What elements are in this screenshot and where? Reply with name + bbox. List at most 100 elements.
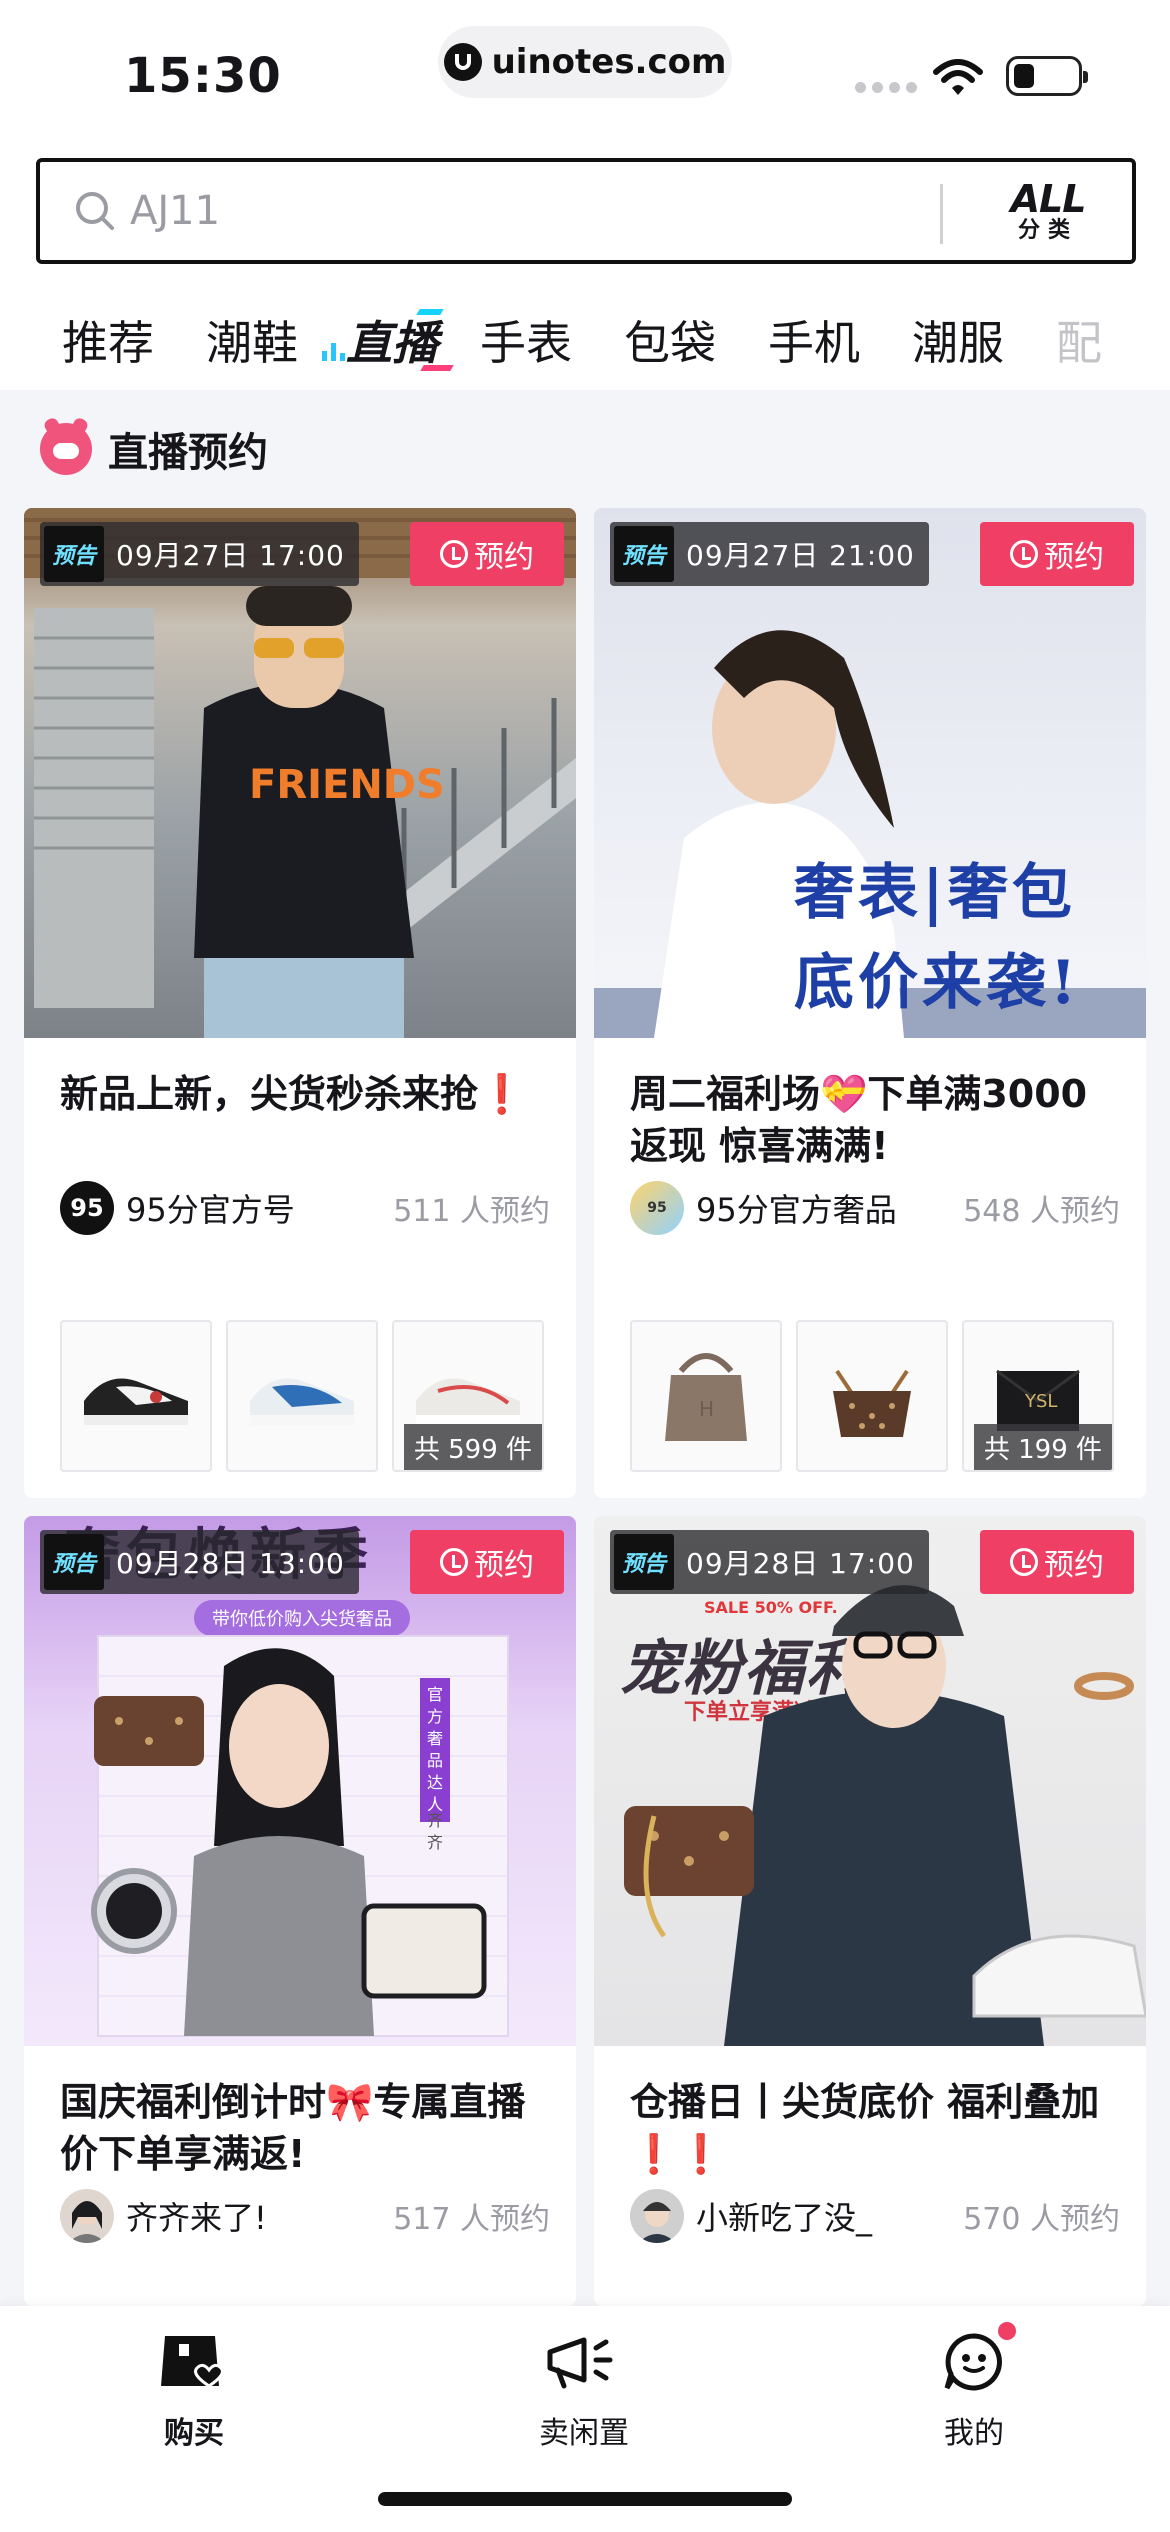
tab-watches[interactable]: 手表 bbox=[480, 307, 572, 373]
search-icon bbox=[76, 192, 114, 230]
sneaker-image bbox=[416, 1378, 520, 1425]
host-row[interactable]: 齐齐来了! 517 人预约 bbox=[60, 2188, 550, 2244]
home-indicator bbox=[378, 2492, 792, 2506]
cover-photo bbox=[624, 1585, 1146, 2046]
reserve-label: 预约 bbox=[474, 1548, 534, 1583]
host-name: 95分官方奢品 bbox=[696, 1191, 897, 1229]
search-input[interactable] bbox=[130, 188, 890, 234]
live-card[interactable]: 奢表|奢包 底价来袭! 预告 09月27日 21:00 预约 周二福利场💝下单满… bbox=[594, 508, 1146, 1498]
all-sub-label: 分类 bbox=[1017, 218, 1078, 243]
cover-photo bbox=[91, 1635, 509, 2037]
host-avatar bbox=[630, 2189, 684, 2243]
tab-live-label: 直播 bbox=[346, 316, 438, 370]
product-thumb[interactable]: 共 599 件 bbox=[392, 1320, 544, 1472]
app-screen: 15:30 uinotes.com ALL 分类 推 bbox=[0, 0, 1170, 2532]
reserve-button[interactable]: 预约 bbox=[980, 522, 1134, 586]
tab-accessories[interactable]: 配 bbox=[1056, 307, 1102, 373]
live-time: 09月28日 13:00 bbox=[116, 1547, 345, 1580]
host-avatar: 95 bbox=[60, 1181, 114, 1235]
product-thumbnails: 共 599 件 bbox=[60, 1320, 544, 1472]
live-time: 09月27日 21:00 bbox=[686, 539, 915, 572]
product-thumb[interactable]: YSL 共 199 件 bbox=[962, 1320, 1114, 1472]
reserve-count: 570 人预约 bbox=[963, 2202, 1120, 2237]
clock-icon bbox=[440, 1548, 468, 1576]
reserve-button[interactable]: 预约 bbox=[980, 1530, 1134, 1594]
product-thumb[interactable] bbox=[60, 1320, 212, 1472]
category-tabs: 推荐 潮鞋 直播 手表 包袋 手机 潮服 配 bbox=[0, 290, 1170, 390]
poster-name: 齐齐 bbox=[426, 1811, 443, 1852]
site-logo-icon bbox=[443, 43, 482, 81]
reserve-count: 517 人预约 bbox=[393, 2202, 550, 2237]
preview-badge: 预告 bbox=[44, 1534, 104, 1590]
all-categories-button[interactable]: ALL 分类 bbox=[1000, 180, 1096, 250]
preview-badge: 预告 bbox=[614, 1534, 674, 1590]
item-total: 共 599 件 bbox=[403, 1424, 542, 1470]
nav-buy[interactable]: 购买 bbox=[94, 2330, 294, 2452]
nav-me[interactable]: 我的 bbox=[874, 2330, 1074, 2452]
url-text: uinotes.com bbox=[491, 42, 727, 82]
status-time: 15:30 bbox=[124, 48, 282, 104]
tab-apparel[interactable]: 潮服 bbox=[912, 307, 1004, 373]
poster-side-label: 官方奢品达人 bbox=[420, 1678, 450, 1822]
cover-photo: FRIENDS bbox=[24, 508, 576, 1038]
item-total: 共 199 件 bbox=[973, 1424, 1112, 1470]
card-title: 国庆福利倒计时🎀专属直播价下单享满返! bbox=[60, 2080, 526, 2176]
search-bar[interactable]: ALL 分类 bbox=[36, 158, 1136, 264]
reserve-label: 预约 bbox=[474, 540, 534, 575]
reserve-count: 511 人预约 bbox=[393, 1194, 550, 1229]
tab-recommend[interactable]: 推荐 bbox=[62, 307, 154, 373]
preview-tag: 预告 09月28日 13:00 bbox=[40, 1530, 359, 1594]
host-row[interactable]: 95 95分官方奢品 548 人预约 bbox=[630, 1180, 1120, 1236]
card-title: 周二福利场💝下单满3000返现 惊喜满满! bbox=[630, 1072, 1088, 1168]
tab-live[interactable]: 直播 bbox=[322, 307, 458, 373]
sneaker-image bbox=[250, 1378, 354, 1425]
preview-tag: 预告 09月27日 17:00 bbox=[40, 522, 359, 586]
signal-icon bbox=[855, 82, 917, 93]
tab-sneakers[interactable]: 潮鞋 bbox=[206, 307, 298, 373]
preview-badge: 预告 bbox=[614, 526, 674, 582]
preview-tag: 预告 09月28日 17:00 bbox=[610, 1530, 929, 1594]
live-card[interactable]: 奢包焕新季 带你低价购入尖货奢品 官方奢品达人 齐齐 预告 09月28日 13:… bbox=[24, 1516, 576, 2306]
sneaker-image bbox=[84, 1378, 188, 1425]
product-thumb[interactable] bbox=[796, 1320, 948, 1472]
host-avatar bbox=[60, 2189, 114, 2243]
clock-icon bbox=[1010, 540, 1038, 568]
card-cover: 奢表|奢包 底价来袭! 预告 09月27日 21:00 预约 bbox=[594, 508, 1146, 1038]
reserve-count: 548 人预约 bbox=[963, 1194, 1120, 1229]
product-thumb[interactable]: H bbox=[630, 1320, 782, 1472]
preview-tag: 预告 09月27日 21:00 bbox=[610, 522, 929, 586]
host-row[interactable]: 95 95分官方号 511 人预约 bbox=[60, 1180, 550, 1236]
tab-bags[interactable]: 包袋 bbox=[624, 307, 716, 373]
card-title: 新品上新，尖货秒杀来抢❗️ bbox=[60, 1072, 526, 1116]
megaphone-icon bbox=[547, 2337, 613, 2389]
host-avatar: 95 bbox=[630, 1181, 684, 1235]
search-divider bbox=[940, 184, 943, 244]
reserve-label: 预约 bbox=[1044, 540, 1104, 575]
preview-badge: 预告 bbox=[44, 526, 104, 582]
live-card[interactable]: FRIENDS 预告 09月27日 17:00 预约 新品上新，尖货秒杀来抢❗️… bbox=[24, 508, 576, 1498]
live-card[interactable]: SALE 50% OFF. 宠粉福利 下单立享满减 预告 09月28日 17:0… bbox=[594, 1516, 1146, 2306]
shopping-bag-icon bbox=[161, 2336, 224, 2388]
reserve-button[interactable]: 预约 bbox=[410, 1530, 564, 1594]
reserve-button[interactable]: 预约 bbox=[410, 522, 564, 586]
host-row[interactable]: 小新吃了没_ 570 人预约 bbox=[630, 2188, 1120, 2244]
alarm-clock-icon bbox=[40, 423, 92, 475]
poster-line: 奢表|奢包 bbox=[794, 858, 1076, 928]
card-cover: SALE 50% OFF. 宠粉福利 下单立享满减 预告 09月28日 17:0… bbox=[594, 1516, 1146, 2046]
product-thumbnails: H YSL 共 199 件 bbox=[630, 1320, 1114, 1472]
live-deco-icon bbox=[322, 343, 345, 361]
tab-phones[interactable]: 手机 bbox=[768, 307, 860, 373]
product-thumb[interactable] bbox=[226, 1320, 378, 1472]
svg-text:YSL: YSL bbox=[1024, 1391, 1057, 1412]
svg-text:FRIENDS: FRIENDS bbox=[249, 762, 445, 808]
wifi-icon bbox=[933, 59, 983, 95]
host-name: 齐齐来了! bbox=[126, 2199, 267, 2237]
clock-icon bbox=[440, 540, 468, 568]
url-pill[interactable]: uinotes.com bbox=[438, 26, 732, 98]
poster-text: 奢表|奢包 底价来袭! bbox=[794, 848, 1080, 1028]
host-name: 95分官方号 bbox=[126, 1191, 295, 1229]
nav-sell[interactable]: 卖闲置 bbox=[484, 2330, 684, 2452]
card-cover: 奢包焕新季 带你低价购入尖货奢品 官方奢品达人 齐齐 预告 09月28日 13:… bbox=[24, 1516, 576, 2046]
card-cover: FRIENDS 预告 09月27日 17:00 预约 bbox=[24, 508, 576, 1038]
notification-dot bbox=[998, 2322, 1016, 2340]
